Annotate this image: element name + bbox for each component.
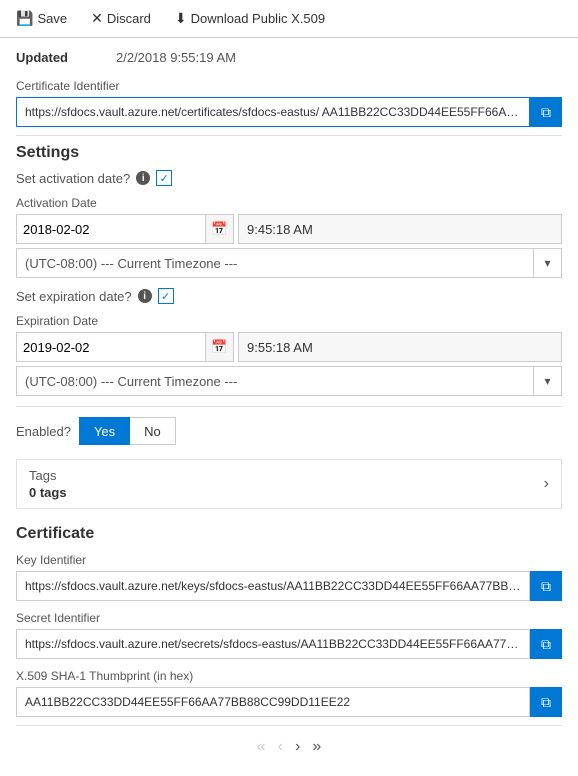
secret-identifier-copy-button[interactable]: ⧉ [530,629,562,659]
expiration-timezone-arrow: ▾ [533,367,561,395]
meta-row: Updated 2/2/2018 9:55:19 AM [16,50,562,65]
enabled-yes-button[interactable]: Yes [79,417,130,445]
cert-identifier-label: Certificate Identifier [16,79,562,93]
expiration-datetime-row: 📅 9:55:18 AM [16,332,562,362]
tags-row[interactable]: Tags 0 tags › [16,459,562,509]
activation-timezone-row[interactable]: (UTC-08:00) --- Current Timezone --- ▾ [16,248,562,278]
expiration-date-input-wrapper: 📅 [16,332,234,362]
updated-label: Updated [16,50,116,65]
pagination: « ‹ › » [16,725,562,764]
expiration-calendar-button[interactable]: 📅 [205,333,233,361]
download-button[interactable]: ⬇ Download Public X.509 [171,8,329,29]
save-label: Save [37,11,67,26]
download-label: Download Public X.509 [191,11,325,26]
activation-date-input[interactable] [17,215,205,243]
certificate-section: Certificate Key Identifier ⧉ Secret Iden… [16,525,562,717]
cert-identifier-row: ⧉ [16,97,562,127]
expiration-date-info-icon[interactable]: i [138,289,152,303]
activation-date-info-icon[interactable]: i [136,171,150,185]
calendar-icon: 📅 [211,221,227,237]
cert-identifier-input[interactable] [16,97,530,127]
tags-arrow-icon: › [544,475,549,493]
enabled-row: Enabled? Yes No [16,406,562,445]
first-page-button[interactable]: « [253,736,270,758]
copy-icon-4: ⧉ [541,694,551,711]
last-page-button[interactable]: » [308,736,325,758]
activation-date-field-label: Activation Date [16,196,562,210]
certificate-heading: Certificate [16,525,562,543]
thumbprint-input[interactable] [16,687,530,717]
thumbprint-row: ⧉ [16,687,562,717]
expiration-date-checkbox[interactable] [158,288,174,304]
activation-date-checkbox[interactable] [156,170,172,186]
activation-time-input[interactable]: 9:45:18 AM [238,214,562,244]
expiration-timezone-text: (UTC-08:00) --- Current Timezone --- [17,370,533,393]
secret-identifier-label: Secret Identifier [16,611,562,625]
secret-identifier-input[interactable] [16,629,530,659]
activation-timezone-arrow: ▾ [533,249,561,277]
discard-button[interactable]: ✕ Discard [87,8,155,29]
settings-heading: Settings [16,144,562,162]
copy-icon-2: ⧉ [541,578,551,595]
expiration-date-check-row: Set expiration date? i [16,288,562,304]
prev-page-button[interactable]: ‹ [274,736,287,758]
tags-content: Tags 0 tags [29,468,67,500]
expiration-time-input[interactable]: 9:55:18 AM [238,332,562,362]
activation-datetime-row: 📅 9:45:18 AM [16,214,562,244]
save-icon: 💾 [16,10,33,27]
cert-identifier-copy-button[interactable]: ⧉ [530,97,562,127]
discard-label: Discard [107,11,151,26]
key-identifier-row: ⧉ [16,571,562,601]
copy-icon: ⧉ [541,104,551,121]
updated-value: 2/2/2018 9:55:19 AM [116,50,236,65]
download-icon: ⬇ [175,10,187,27]
activation-date-label: Set activation date? [16,171,130,186]
expiration-date-field-label: Expiration Date [16,314,562,328]
tags-count: 0 tags [29,485,67,500]
secret-identifier-row: ⧉ [16,629,562,659]
next-page-button[interactable]: › [291,736,304,758]
activation-date-input-wrapper: 📅 [16,214,234,244]
key-identifier-label: Key Identifier [16,553,562,567]
thumbprint-label: X.509 SHA-1 Thumbprint (in hex) [16,669,562,683]
close-icon: ✕ [91,10,103,27]
key-identifier-input[interactable] [16,571,530,601]
main-content: Updated 2/2/2018 9:55:19 AM Certificate … [0,38,578,776]
expiration-timezone-row[interactable]: (UTC-08:00) --- Current Timezone --- ▾ [16,366,562,396]
key-identifier-copy-button[interactable]: ⧉ [530,571,562,601]
thumbprint-copy-button[interactable]: ⧉ [530,687,562,717]
enabled-label: Enabled? [16,424,71,439]
activation-calendar-button[interactable]: 📅 [205,215,233,243]
copy-icon-3: ⧉ [541,636,551,653]
calendar-icon-2: 📅 [211,339,227,355]
toolbar: 💾 Save ✕ Discard ⬇ Download Public X.509 [0,0,578,38]
activation-timezone-text: (UTC-08:00) --- Current Timezone --- [17,252,533,275]
activation-date-check-row: Set activation date? i [16,170,562,186]
expiration-date-label: Set expiration date? [16,289,132,304]
expiration-date-input[interactable] [17,333,205,361]
enabled-no-button[interactable]: No [130,417,176,445]
tags-title: Tags [29,468,67,483]
save-button[interactable]: 💾 Save [12,8,71,29]
